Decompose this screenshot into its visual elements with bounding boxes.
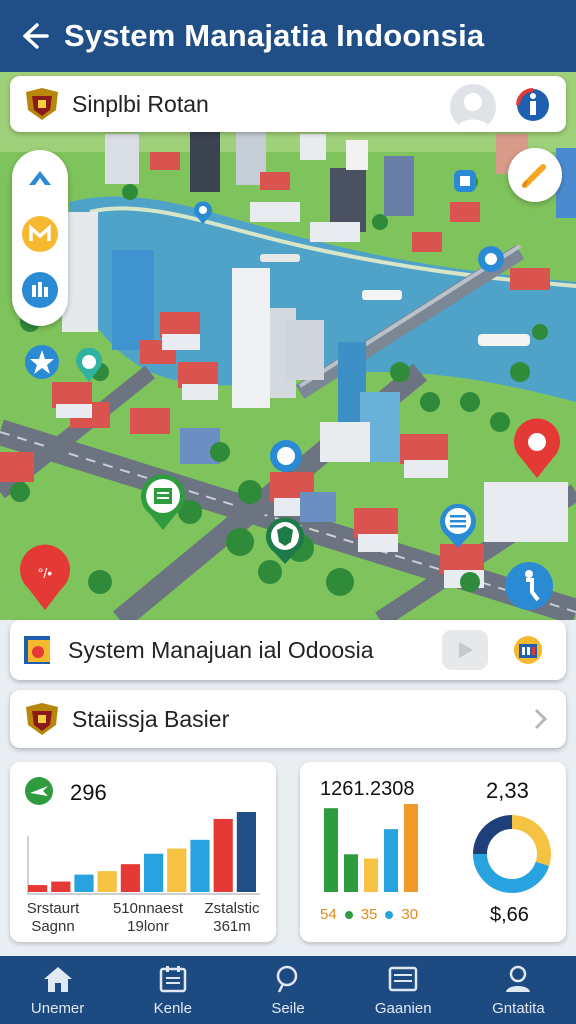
chart-bar (344, 854, 358, 892)
bar-chart (27, 812, 260, 895)
stat-label: Zstalstic 361m (204, 900, 260, 935)
nav-item-home[interactable]: Unemer (0, 956, 115, 1024)
list-icon (388, 966, 418, 992)
app-bar: System Manajatia Indoonsia (0, 0, 576, 72)
app-logo-icon (22, 632, 58, 668)
avatar[interactable] (450, 84, 496, 130)
chart-bar (74, 874, 94, 892)
chart-bar (190, 839, 210, 892)
chart-bar (120, 864, 140, 892)
home-icon (43, 967, 72, 992)
info-icon[interactable] (514, 86, 552, 124)
chart-bar (51, 881, 71, 892)
page-title: System Manajatia Indoonsia (64, 18, 485, 53)
system-card[interactable]: System Manajuan ial Odoosia (10, 620, 566, 680)
garuda-emblem-icon (22, 84, 62, 124)
location-card[interactable]: Sinplbi Rotan (10, 76, 566, 132)
bottom-nav: Unemer Kenle Seile Gaanien Gntatita (0, 956, 576, 1024)
search-pin-icon[interactable] (268, 438, 304, 483)
nav-item-calendar[interactable]: Kenle (115, 956, 230, 1024)
building-icon[interactable] (22, 272, 58, 308)
legend-value: 30 (401, 906, 419, 923)
calendar-icon (159, 966, 187, 993)
nav-label: Kenle (153, 1000, 192, 1017)
edit-icon[interactable] (508, 148, 562, 202)
list-pin-icon[interactable] (436, 500, 480, 555)
shield-pin-icon[interactable] (262, 514, 308, 571)
location-pin-icon[interactable] (476, 244, 506, 283)
chart-bar (384, 829, 398, 892)
search-icon (276, 965, 298, 993)
nav-label: Gaanien (374, 1000, 432, 1017)
location-pin-icon[interactable] (74, 347, 104, 389)
chart-bar (97, 871, 117, 892)
stat-value: 296 (70, 780, 107, 805)
nav-label: Gntatita (492, 1000, 545, 1017)
chart-bar (144, 853, 164, 892)
star-pin-icon[interactable] (24, 344, 60, 389)
nav-label: Seile (271, 1000, 305, 1017)
legend-dot (385, 910, 394, 919)
donut-value: $,66 (490, 904, 529, 926)
donut-slice (511, 815, 551, 867)
document-pin-icon[interactable] (136, 470, 190, 537)
location-label: Sinplbi Rotan (72, 90, 209, 117)
alert-pin-icon[interactable]: °/• (18, 544, 72, 617)
map-marker-icon[interactable] (192, 200, 214, 231)
accessibility-pin-icon[interactable] (504, 558, 554, 621)
chart-bar (324, 808, 338, 892)
donut-chart (473, 815, 551, 893)
stat-value: 2,33 (486, 778, 529, 803)
arrow-up-icon[interactable] (22, 160, 58, 196)
chart-bar (364, 858, 378, 892)
donut-slice (473, 853, 550, 893)
system-label: System Manajuan ial Odoosia (68, 636, 374, 663)
map-layer-icon[interactable] (22, 216, 58, 252)
stats-panel-right[interactable]: 1261.2308 2,33 54 35 30 $,66 (300, 762, 566, 942)
stats-panel-left[interactable]: 296 Srstaurt Sagnn 510nnaest 19lonr Zstals… (10, 762, 276, 942)
garuda-emblem-icon (22, 699, 62, 739)
profile-icon (506, 965, 531, 992)
chart-bar (213, 818, 233, 892)
legend-value: 54 (320, 906, 337, 923)
map-marker-icon[interactable] (452, 168, 478, 199)
stat-label: Srstaurt Sagnn (26, 900, 80, 935)
nav-item-list[interactable]: Gaanien (346, 956, 461, 1024)
bar-chart (324, 804, 418, 892)
nav-item-search[interactable]: Seile (230, 956, 345, 1024)
chart-bar (404, 804, 418, 892)
nav-item-profile[interactable]: Gntatita (461, 956, 576, 1024)
statistics-label: Staiissja Basier (72, 705, 230, 732)
svg-text:°/•: °/• (38, 565, 52, 581)
back-arrow-icon[interactable] (16, 18, 52, 54)
legend-dot (344, 910, 353, 919)
chart-bar (28, 885, 48, 892)
map-tools (12, 150, 68, 326)
chart-bar (167, 848, 187, 892)
nav-label: Unemer (30, 1000, 85, 1017)
stat-label: 510nnaest 19lonr (112, 900, 184, 935)
legend-value: 35 (360, 906, 378, 923)
donut-slice (473, 815, 513, 855)
chart-legend: 54 35 30 (320, 906, 418, 923)
statistics-card[interactable]: Staiissja Basier (10, 690, 566, 748)
calendar-icon[interactable] (512, 634, 544, 666)
alert-pin-icon[interactable] (512, 418, 562, 485)
chart-bar (236, 812, 256, 892)
chevron-right-icon[interactable] (530, 706, 550, 732)
play-button[interactable] (442, 630, 488, 670)
